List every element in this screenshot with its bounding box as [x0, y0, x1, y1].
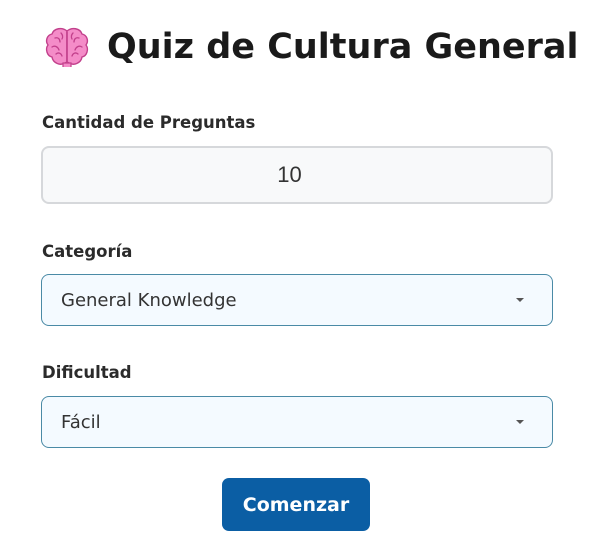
quiz-form-container: Quiz de Cultura General Cantidad de Preg… — [41, 18, 579, 531]
chevron-down-icon — [516, 420, 524, 424]
category-selected-value: General Knowledge — [61, 289, 237, 311]
difficulty-selected-value: Fácil — [61, 411, 101, 433]
start-button[interactable]: Comenzar — [222, 478, 370, 531]
difficulty-select[interactable]: Fácil — [41, 396, 553, 448]
page-title: Quiz de Cultura General — [41, 18, 579, 76]
page-title-text: Quiz de Cultura General — [107, 27, 579, 67]
quantity-label: Cantidad de Preguntas — [42, 113, 256, 132]
chevron-down-icon — [516, 298, 524, 302]
category-select[interactable]: General Knowledge — [41, 274, 553, 326]
brain-icon — [43, 23, 91, 71]
category-label: Categoría — [42, 242, 133, 261]
question-quantity-input[interactable] — [41, 146, 553, 204]
difficulty-label: Dificultad — [42, 363, 132, 382]
